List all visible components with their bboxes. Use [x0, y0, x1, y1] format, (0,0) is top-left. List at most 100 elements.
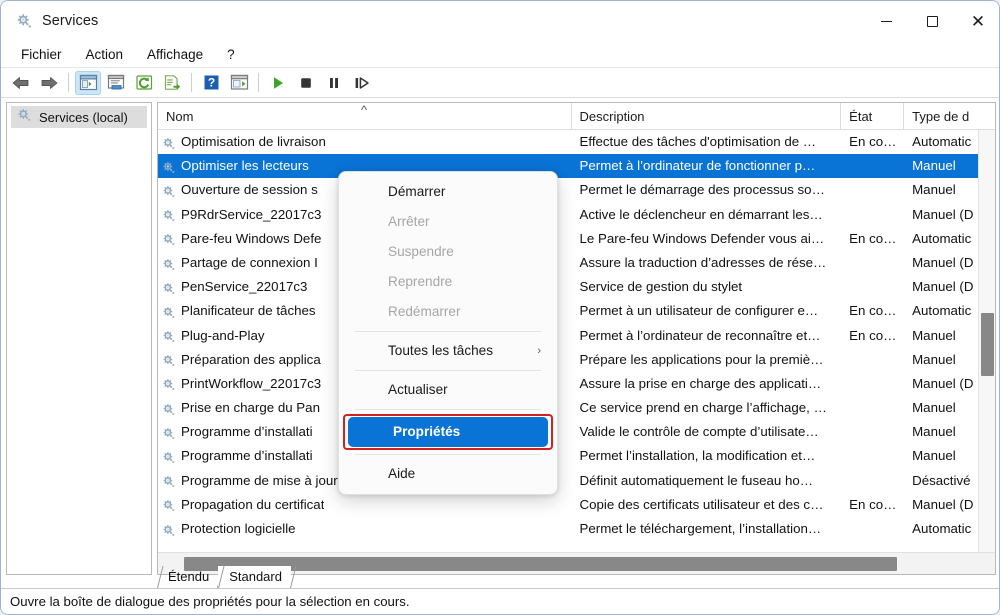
cell-etat: En co…: [849, 327, 897, 343]
menu-action[interactable]: Action: [76, 44, 134, 65]
tree-node-services-local[interactable]: Services (local): [11, 106, 147, 128]
title-bar: Services ✕: [1, 1, 999, 41]
cell-etat: [841, 251, 904, 275]
menu-aide[interactable]: ?: [217, 44, 245, 65]
cell-description: Copie des certificats utilisateur et des…: [579, 496, 824, 512]
service-name: Optimisation de livraison: [181, 134, 326, 149]
column-header-type-demarrage[interactable]: Type de d: [904, 103, 995, 130]
table-row[interactable]: Propagation du certificat Copie des certi…: [158, 493, 995, 517]
column-header-etat[interactable]: État: [841, 103, 905, 130]
service-gear-icon: [161, 352, 176, 367]
cell-description: Ce service prend en charge l’affichage, …: [579, 400, 827, 416]
show-action-pane-icon[interactable]: [226, 71, 252, 95]
menu-affichage[interactable]: Affichage: [137, 44, 213, 65]
maximize-button[interactable]: [909, 1, 955, 41]
menu-item-label: Redémarrer: [388, 304, 461, 319]
cell-etat: En co…: [849, 230, 897, 246]
list-column-headers: Nom ˄ Description État Type de d: [158, 103, 995, 130]
service-gear-icon: [161, 376, 176, 391]
cell-description: Valide le contrôle de compte d’utilisate…: [579, 424, 819, 440]
service-name: Prise en charge du Pan: [181, 400, 320, 416]
export-list-icon[interactable]: [159, 71, 185, 95]
service-gear-icon: [161, 304, 176, 319]
status-bar: Ouvre la boîte de dialogue des propriété…: [1, 588, 999, 614]
service-gear-icon: [161, 425, 176, 440]
service-name: Pare-feu Windows Defe: [181, 230, 322, 246]
table-row[interactable]: Optimiser les lecteurs Permet à l’ordinat…: [158, 154, 995, 179]
cell-etat: [841, 396, 904, 420]
restart-service-icon[interactable]: [349, 71, 375, 95]
service-name: Protection logicielle: [181, 521, 296, 536]
ctx-demarrer[interactable]: Démarrer: [343, 177, 553, 207]
table-row[interactable]: Programme de mise à jour automatique du …: [158, 469, 995, 493]
properties-window-icon[interactable]: [103, 71, 129, 95]
service-name: PrintWorkflow_22017c3: [181, 375, 322, 391]
column-header-nom[interactable]: Nom ˄: [158, 103, 572, 130]
ctx-aide[interactable]: Aide: [343, 459, 553, 489]
show-hide-tree-icon[interactable]: [75, 70, 101, 95]
start-service-icon[interactable]: [265, 71, 291, 95]
toolbar-separator-3: [258, 73, 259, 92]
services-gear-icon: [16, 107, 32, 128]
table-row[interactable]: Prise en charge du Pan Ce service prend e…: [158, 396, 995, 420]
vertical-scrollbar[interactable]: [978, 130, 995, 554]
context-menu: Démarrer Arrêter Suspendre Reprendre Redémar…: [338, 171, 558, 495]
back-arrow-icon[interactable]: [8, 71, 34, 95]
table-row[interactable]: Optimisation de livraison Effectue des tâ…: [158, 130, 995, 154]
table-row[interactable]: PrintWorkflow_22017c3 Assure la prise en …: [158, 372, 995, 396]
table-row[interactable]: Programme d’installati Valide le contrôle…: [158, 420, 995, 444]
vertical-scrollbar-thumb[interactable]: [981, 313, 994, 376]
services-rows: Optimisation de livraison Effectue des tâ…: [158, 130, 995, 554]
close-button[interactable]: ✕: [955, 1, 999, 41]
menu-item-label: Arrêter: [388, 214, 430, 229]
table-row[interactable]: Plug-and-Play Permet à l’ordinateur de re…: [158, 324, 995, 348]
table-row[interactable]: P9RdrService_22017c3 Active le déclencheu…: [158, 203, 995, 227]
forward-arrow-icon[interactable]: [36, 71, 62, 95]
service-name: Ouverture de session s: [181, 182, 318, 198]
column-header-description[interactable]: Description: [572, 103, 842, 130]
table-row[interactable]: Pare-feu Windows Defe Le Pare-feu Windows…: [158, 227, 995, 251]
console-tree-pane: Services (local): [6, 102, 152, 575]
cell-description: Prépare les applications pour la premiè…: [579, 351, 824, 367]
ctx-proprietes[interactable]: Propriétés: [348, 417, 548, 447]
cell-etat: [841, 154, 905, 179]
minimize-button[interactable]: [863, 1, 909, 41]
services-list-pane: Nom ˄ Description État Type de d Optimis…: [157, 102, 996, 575]
menu-separator: [355, 454, 541, 455]
cell-etat: [841, 517, 904, 541]
cell-nom: Protection logicielle: [158, 517, 572, 541]
service-gear-icon: [161, 449, 176, 464]
cell-etat: [841, 444, 904, 468]
ctx-actualiser[interactable]: Actualiser: [343, 375, 553, 405]
cell-description: Service de gestion du stylet: [579, 279, 743, 295]
pause-service-icon[interactable]: [321, 71, 347, 95]
service-gear-icon: [161, 328, 176, 343]
status-text: Ouvre la boîte de dialogue des propriété…: [10, 594, 410, 609]
refresh-icon[interactable]: [131, 71, 157, 95]
close-icon: ✕: [970, 11, 986, 31]
help-icon[interactable]: ?: [198, 71, 224, 95]
table-row[interactable]: Programme d’installati Permet l’installat…: [158, 444, 995, 468]
stop-service-icon[interactable]: [293, 71, 319, 95]
service-name: Plug-and-Play: [181, 327, 265, 343]
table-row[interactable]: Préparation des applica Prépare les appli…: [158, 348, 995, 372]
ctx-toutes-les-taches[interactable]: Toutes les tâches ›: [343, 336, 553, 366]
table-row[interactable]: Protection logicielle Permet le télécharg…: [158, 517, 995, 541]
service-name: Partage de connexion I: [181, 254, 318, 270]
ctx-suspendre: Suspendre: [343, 237, 553, 267]
cell-etat: [841, 420, 904, 444]
table-row[interactable]: Planificateur de tâches Permet à un utili…: [158, 299, 995, 323]
service-gear-icon: [161, 256, 176, 271]
tab-etendu[interactable]: Étendu: [157, 566, 218, 587]
table-row[interactable]: PenService_22017c3 Service de gestion du …: [158, 275, 995, 299]
tab-standard[interactable]: Standard: [218, 566, 291, 587]
table-row[interactable]: Ouverture de session s Permet le démarrag…: [158, 178, 995, 202]
tree-node-label: Services (local): [39, 109, 128, 125]
menu-fichier[interactable]: Fichier: [11, 44, 72, 65]
cell-description: Permet l’installation, la modification e…: [579, 448, 816, 464]
cell-etat: En co…: [849, 303, 897, 319]
service-gear-icon: [161, 231, 176, 246]
service-gear-icon: [161, 497, 176, 512]
cell-description: Assure la prise en charge des applicati…: [579, 375, 822, 391]
table-row[interactable]: Partage de connexion I Assure la traducti…: [158, 251, 995, 275]
